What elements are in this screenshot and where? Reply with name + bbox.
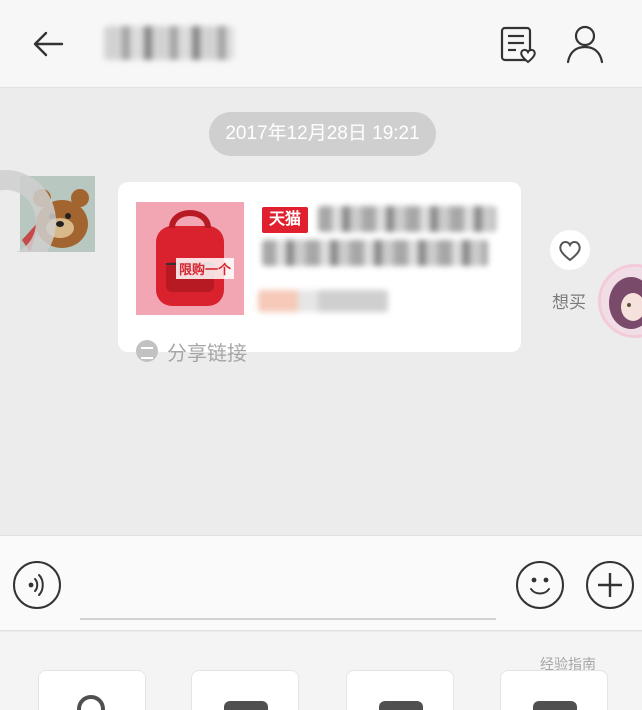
message-composer <box>0 535 642 631</box>
product-title-blurred <box>318 206 496 232</box>
promo-tag: 限购一个 <box>176 258 235 279</box>
share-link-label: 分享链接 <box>167 343 247 365</box>
product-share-card[interactable]: 限购一个 天猫 <box>118 182 521 352</box>
profile-button[interactable] <box>563 22 607 66</box>
want-to-buy-label: 想买 <box>552 293 586 312</box>
back-button[interactable] <box>28 24 68 64</box>
tray-button-search[interactable] <box>38 670 146 710</box>
shop-name-blurred <box>258 290 388 312</box>
arrow-left-icon <box>33 31 64 57</box>
user-avatar[interactable] <box>598 264 642 338</box>
top-bar <box>0 0 642 88</box>
voice-icon <box>28 574 44 596</box>
plus-icon <box>598 573 622 597</box>
message-timestamp: 2017年12月28日 19:21 <box>209 112 436 156</box>
anime-avatar-icon <box>601 267 642 335</box>
camera-icon <box>379 701 423 710</box>
photo-icon <box>224 701 268 710</box>
chat-title-blurred <box>104 26 234 60</box>
voice-input-button[interactable] <box>13 561 61 609</box>
more-options-button[interactable] <box>586 561 634 609</box>
tray-button-album[interactable] <box>191 670 299 710</box>
list-heart-icon <box>500 26 536 64</box>
emoji-button[interactable] <box>516 561 564 609</box>
orders-button[interactable] <box>496 22 540 66</box>
store-badge: 天猫 <box>262 207 308 233</box>
product-image: 限购一个 <box>136 202 244 315</box>
person-icon <box>566 25 604 64</box>
folder-icon <box>533 701 577 710</box>
share-link-icon <box>136 340 158 362</box>
want-to-buy-button[interactable] <box>550 230 590 270</box>
tray-button-more[interactable] <box>500 670 608 710</box>
product-title-line2-blurred <box>262 240 488 266</box>
search-icon <box>77 695 105 710</box>
heart-icon <box>559 241 581 262</box>
sender-avatar[interactable] <box>0 170 95 252</box>
smile-icon <box>530 577 550 595</box>
watermark: 经验指南 <box>540 656 596 672</box>
message-input[interactable] <box>80 564 496 620</box>
tray-button-camera[interactable] <box>346 670 454 710</box>
